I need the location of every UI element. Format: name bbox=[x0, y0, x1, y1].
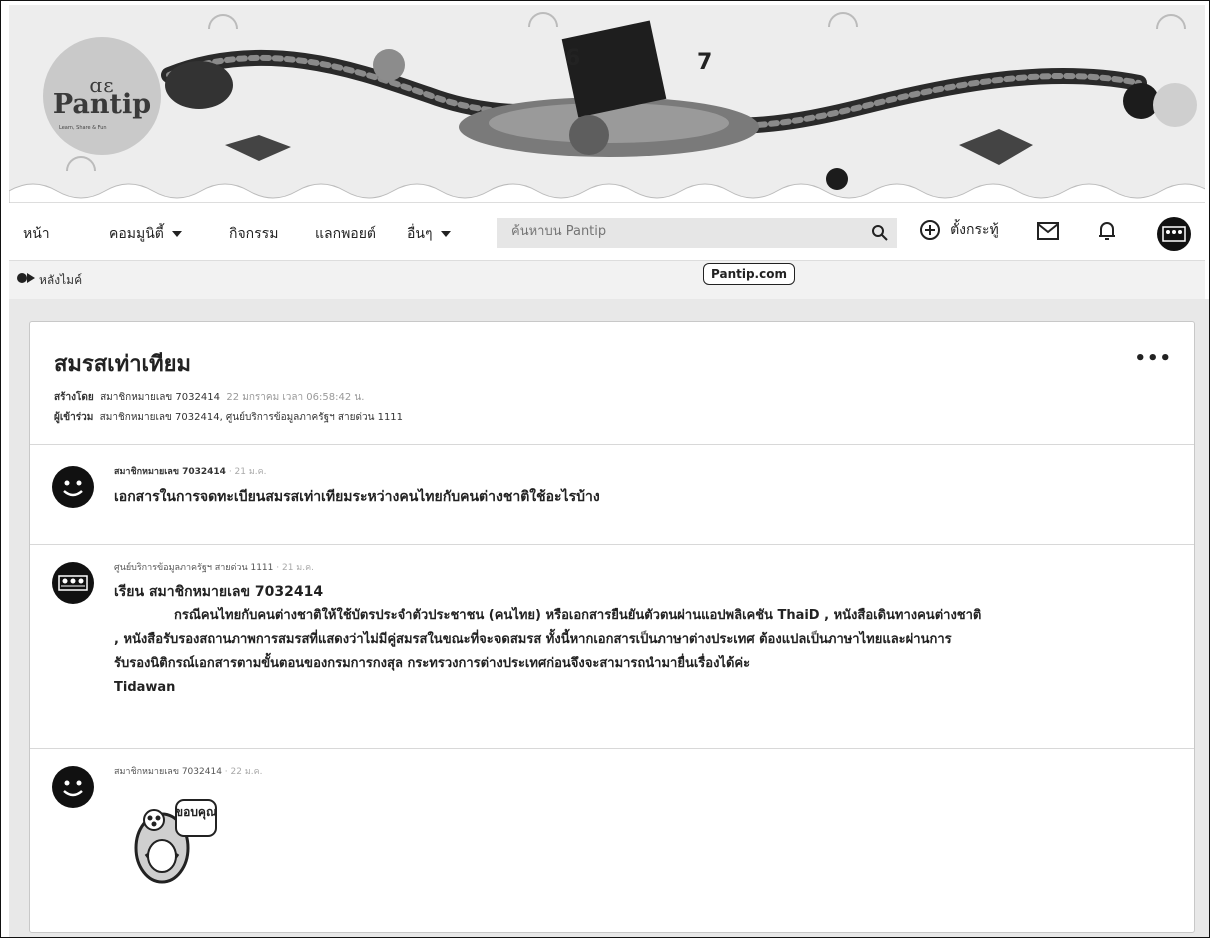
nav-home[interactable]: หน้า bbox=[23, 223, 50, 245]
message-author[interactable]: สมาชิกหมายเลข 7032414 bbox=[114, 767, 222, 777]
avatar[interactable] bbox=[52, 466, 94, 508]
message-date: · 21 ม.ค. bbox=[276, 563, 314, 573]
divider bbox=[30, 544, 1194, 545]
thread-participants-meta: ผู้เข้าร่วม สมาชิกหมายเลข 7032414, ศูนย์… bbox=[54, 410, 403, 425]
message-date: · 22 ม.ค. bbox=[224, 767, 263, 777]
created-time: 22 มกราคม เวลา 06:58:42 น. bbox=[226, 392, 365, 403]
smiley-avatar-icon bbox=[63, 480, 83, 497]
message-signature: Tidawan bbox=[114, 680, 176, 695]
message-author[interactable]: สมาชิกหมายเลข 7032414 bbox=[114, 467, 226, 477]
header-banner: 6 7 ɑɛ Pantip Learn, Share & Fun bbox=[9, 5, 1205, 203]
message-body: เรียน สมาชิกหมายเลข 7032414 กรณีคนไทยกับ… bbox=[114, 580, 1174, 700]
divider bbox=[30, 444, 1194, 445]
create-topic-button[interactable]: ตั้งกระทู้ bbox=[919, 219, 999, 241]
nav-community-label: คอมมูนิตี้ bbox=[109, 226, 164, 242]
banner-illustration: 6 7 bbox=[9, 12, 1205, 203]
created-by[interactable]: สมาชิกหมายเลข 7032414 bbox=[100, 392, 220, 403]
pantip-logo[interactable]: ɑɛ Pantip Learn, Share & Fun bbox=[43, 37, 161, 155]
svg-text:6: 6 bbox=[565, 46, 580, 71]
thread-title: สมรสเท่าเทียม bbox=[54, 352, 191, 377]
logo-tagline: Learn, Share & Fun bbox=[59, 125, 107, 131]
avatar-pattern-icon bbox=[58, 575, 88, 591]
nav-more-label: อื่นๆ bbox=[407, 226, 433, 242]
participants-label: ผู้เข้าร่วม bbox=[54, 412, 94, 423]
message-author-line: ศูนย์บริการข้อมูลภาครัฐฯ สายด่วน 1111 · … bbox=[114, 560, 314, 574]
logo-wordmark: Pantip bbox=[52, 89, 152, 120]
avatar[interactable] bbox=[52, 766, 94, 808]
search-input[interactable] bbox=[511, 224, 851, 239]
main-nav: หน้า คอมมูนิตี้ กิจกรรม แลกพอยต์ อื่นๆ ต… bbox=[9, 205, 1205, 261]
private-message-icon bbox=[17, 273, 35, 283]
message-greeting: เรียน สมาชิกหมายเลข 7032414 bbox=[114, 584, 324, 600]
more-options-button[interactable]: ••• bbox=[1134, 348, 1172, 369]
divider bbox=[30, 748, 1194, 749]
breadcrumb-private-message[interactable]: หลังไมค์ bbox=[39, 271, 82, 290]
user-avatar[interactable] bbox=[1157, 217, 1191, 251]
message-date: · 21 ม.ค. bbox=[228, 467, 267, 477]
thread-created-meta: สร้างโดย สมาชิกหมายเลข 7032414 22 มกราคม… bbox=[54, 390, 364, 405]
chevron-down-icon bbox=[171, 231, 182, 237]
message-thread-card: สมรสเท่าเทียม ••• สร้างโดย สมาชิกหมายเลข… bbox=[29, 321, 1195, 933]
create-topic-label: ตั้งกระทู้ bbox=[950, 222, 999, 238]
message-line: , หนังสือรับรองสถานภาพการสมรสที่แสดงว่าไ… bbox=[114, 632, 952, 647]
search-icon[interactable] bbox=[871, 224, 889, 242]
thank-you-sticker-icon: ขอบคุณ bbox=[134, 799, 217, 884]
created-label: สร้างโดย bbox=[54, 392, 94, 403]
nav-activities[interactable]: กิจกรรม bbox=[229, 223, 278, 245]
sticker-text: ขอบคุณ bbox=[175, 805, 217, 820]
message-line: รับรองนิติกรณ์เอกสารตามขั้นตอนของกรมการก… bbox=[114, 656, 751, 671]
nav-points[interactable]: แลกพอยต์ bbox=[315, 223, 376, 245]
avatar[interactable] bbox=[52, 562, 94, 604]
bell-icon[interactable] bbox=[1097, 220, 1117, 242]
message-author[interactable]: ศูนย์บริการข้อมูลภาครัฐฯ สายด่วน 1111 bbox=[114, 563, 273, 573]
smiley-avatar-icon bbox=[63, 780, 83, 797]
chevron-down-icon bbox=[440, 231, 451, 237]
nav-more[interactable]: อื่นๆ bbox=[407, 223, 451, 245]
mail-icon[interactable] bbox=[1037, 222, 1059, 240]
svg-text:7: 7 bbox=[697, 50, 712, 75]
breadcrumb-bar: หลังไมค์ Pantip.com bbox=[9, 261, 1205, 299]
participants-list: สมาชิกหมายเลข 7032414, ศูนย์บริการข้อมูล… bbox=[99, 412, 404, 423]
search-box bbox=[497, 218, 897, 248]
nav-community[interactable]: คอมมูนิตี้ bbox=[109, 223, 182, 245]
message-author-line: สมาชิกหมายเลข 7032414 · 21 ม.ค. bbox=[114, 464, 267, 478]
plus-circle-icon bbox=[920, 220, 940, 240]
site-badge: Pantip.com bbox=[703, 263, 795, 285]
browser-viewport: 6 7 ɑɛ Pantip Learn, Share & Fun หน้า คอ… bbox=[0, 0, 1210, 938]
message-text: เอกสารในการจดทะเบียนสมรสเท่าเทียมระหว่าง… bbox=[114, 489, 600, 505]
message-author-line: สมาชิกหมายเลข 7032414 · 22 ม.ค. bbox=[114, 764, 263, 778]
message-line: กรณีคนไทยกับคนต่างชาติให้ใช้บัตรประจำตัว… bbox=[174, 608, 982, 623]
avatar-pattern-icon bbox=[1162, 226, 1186, 242]
